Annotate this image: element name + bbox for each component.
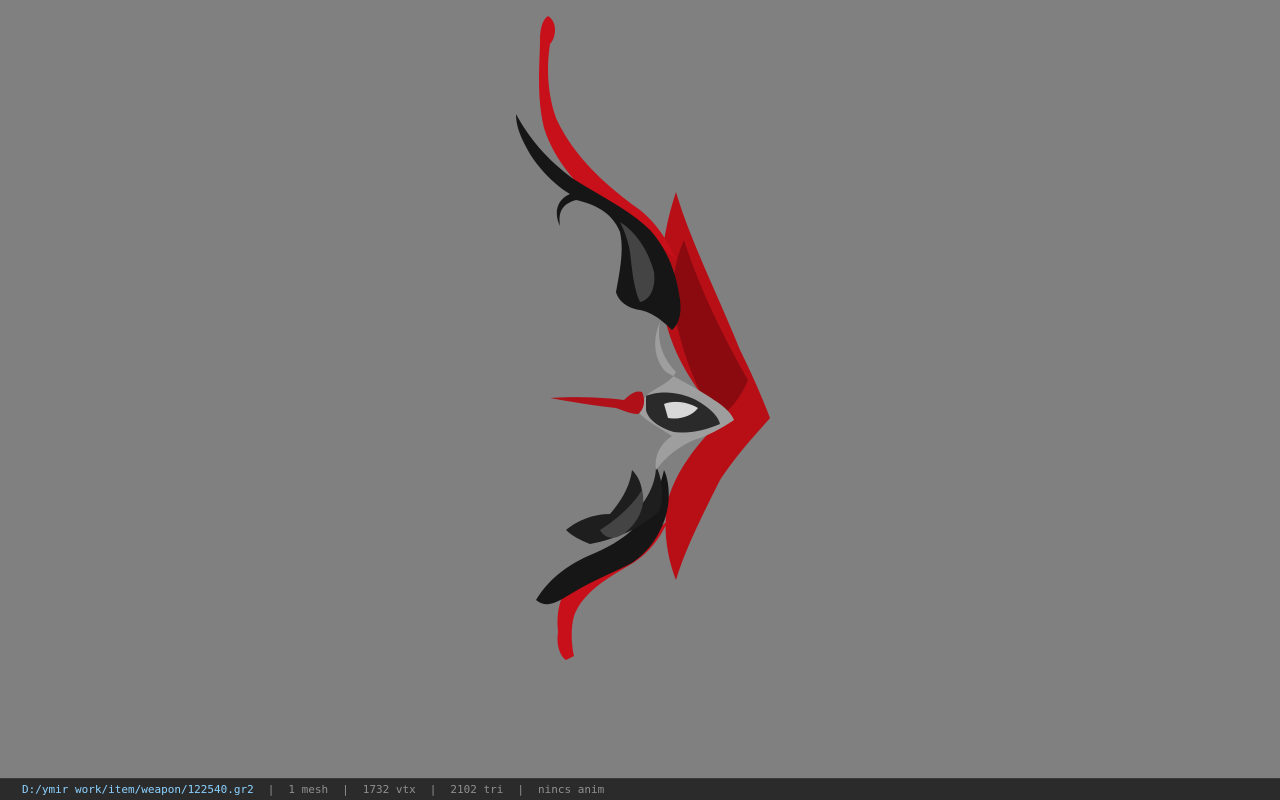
- status-separator: |: [517, 783, 525, 796]
- status-mesh-count: 1 mesh: [288, 783, 329, 796]
- status-separator: |: [267, 783, 275, 796]
- status-vertex-count: 1732 vtx: [362, 783, 416, 796]
- status-triangle-count: 2102 tri: [450, 783, 504, 796]
- status-bar: D:/ymir work/item/weapon/122540.gr2 | 1 …: [0, 778, 1280, 800]
- status-file-path: D:/ymir work/item/weapon/122540.gr2: [22, 783, 254, 796]
- status-separator: |: [342, 783, 349, 796]
- status-animation: nincs anim: [538, 783, 605, 796]
- bow-black-top-limb: [516, 114, 681, 330]
- 3d-viewport[interactable]: [0, 0, 1280, 778]
- bow-arrow-spike: [550, 391, 645, 414]
- bow-model: [516, 16, 770, 660]
- status-separator: |: [429, 783, 437, 796]
